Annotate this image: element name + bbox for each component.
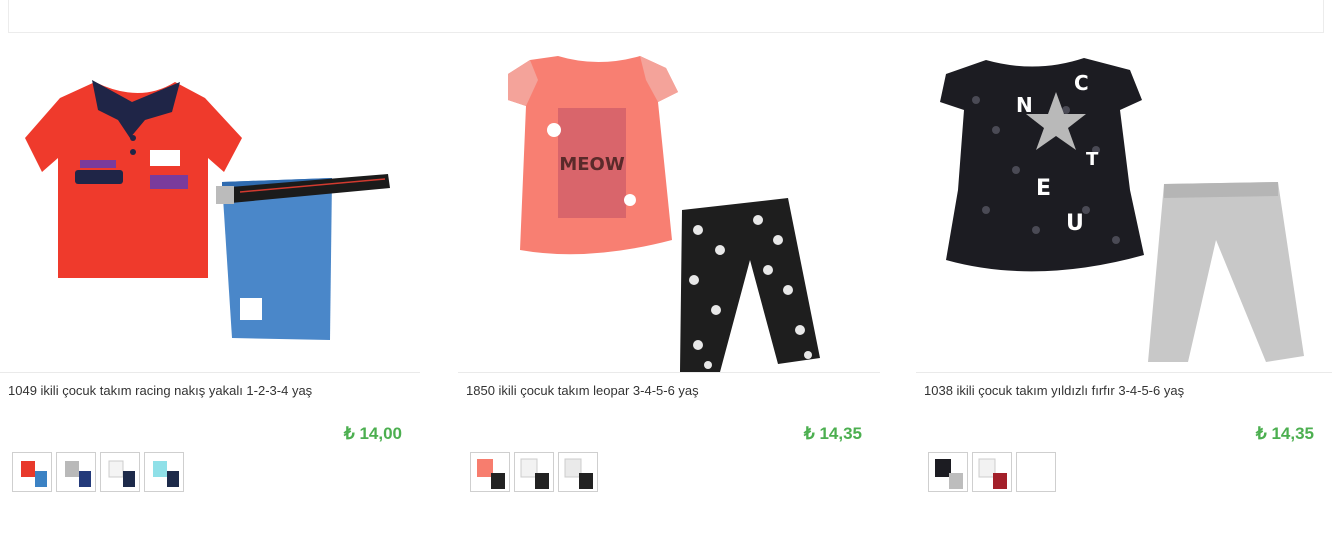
product-title[interactable]: 1049 ikili çocuk takım racing nakış yaka… — [8, 383, 312, 398]
thumb-bottom — [123, 471, 135, 487]
polo-shirt-shorts-image — [25, 80, 390, 340]
product-title[interactable]: 1850 ikili çocuk takım leopar 3-4-5-6 ya… — [466, 383, 699, 398]
thumb-bottom — [79, 471, 91, 487]
thumb-top — [978, 458, 996, 478]
thumb-top — [477, 459, 493, 477]
product-card[interactable]: 1049 ikili çocuk takım racing nakış yaka… — [0, 40, 420, 510]
color-variants — [12, 452, 184, 492]
product-image[interactable] — [0, 40, 420, 372]
card-divider — [0, 372, 420, 373]
product-title[interactable]: 1038 ikili çocuk takım yıldızlı fırfır 3… — [924, 383, 1184, 398]
product-card[interactable]: MEOW 1850 ikili çocuk takım leopar 3-4-5… — [458, 40, 880, 510]
variant-thumbnail[interactable] — [144, 452, 184, 492]
thumb-bottom — [535, 473, 549, 489]
svg-text:T: T — [1086, 149, 1099, 170]
thumb-bottom — [579, 473, 593, 489]
color-variants — [470, 452, 598, 492]
thumb-bottom — [949, 473, 963, 489]
product-price: ₺ 14,00 — [343, 424, 402, 443]
color-variants — [928, 452, 1056, 492]
thumb-top — [153, 461, 167, 477]
thumb-bottom — [1037, 473, 1051, 489]
svg-text:U: U — [1066, 211, 1084, 236]
variant-thumbnail[interactable] — [972, 452, 1012, 492]
thumb-bottom — [35, 471, 47, 487]
product-image[interactable]: MEOW — [458, 40, 880, 372]
top-separator — [8, 0, 1324, 33]
product-image[interactable]: N C E U T — [916, 40, 1332, 372]
thumb-top — [108, 460, 124, 478]
thumb-top — [520, 458, 538, 478]
product-card[interactable]: N C E U T 1038 ikili çocuk takım yıldızl… — [916, 40, 1332, 510]
svg-text:MEOW: MEOW — [559, 154, 625, 175]
tshirt-leopard-leggings-image: MEOW — [508, 56, 820, 372]
svg-text:N: N — [1016, 93, 1033, 117]
dress-leggings-image: N C E U T — [940, 58, 1304, 362]
variant-thumbnail[interactable] — [558, 452, 598, 492]
thumb-top — [65, 461, 79, 477]
thumb-bottom — [167, 471, 179, 487]
svg-text:C: C — [1074, 71, 1089, 95]
variant-thumbnail[interactable] — [514, 452, 554, 492]
thumb-top — [564, 458, 582, 478]
variant-thumbnail[interactable] — [100, 452, 140, 492]
card-divider — [916, 372, 1332, 373]
variant-thumbnail[interactable] — [470, 452, 510, 492]
thumb-bottom — [993, 473, 1007, 489]
thumb-bottom — [491, 473, 505, 489]
variant-thumbnail[interactable] — [12, 452, 52, 492]
svg-text:E: E — [1036, 176, 1051, 201]
variant-thumbnail[interactable] — [928, 452, 968, 492]
card-divider — [458, 372, 880, 373]
thumb-top — [935, 459, 951, 477]
variant-thumbnail[interactable] — [1016, 452, 1056, 492]
product-price: ₺ 14,35 — [803, 424, 862, 443]
thumb-top — [21, 461, 35, 477]
product-price: ₺ 14,35 — [1255, 424, 1314, 443]
thumb-top — [1023, 459, 1039, 477]
variant-thumbnail[interactable] — [56, 452, 96, 492]
